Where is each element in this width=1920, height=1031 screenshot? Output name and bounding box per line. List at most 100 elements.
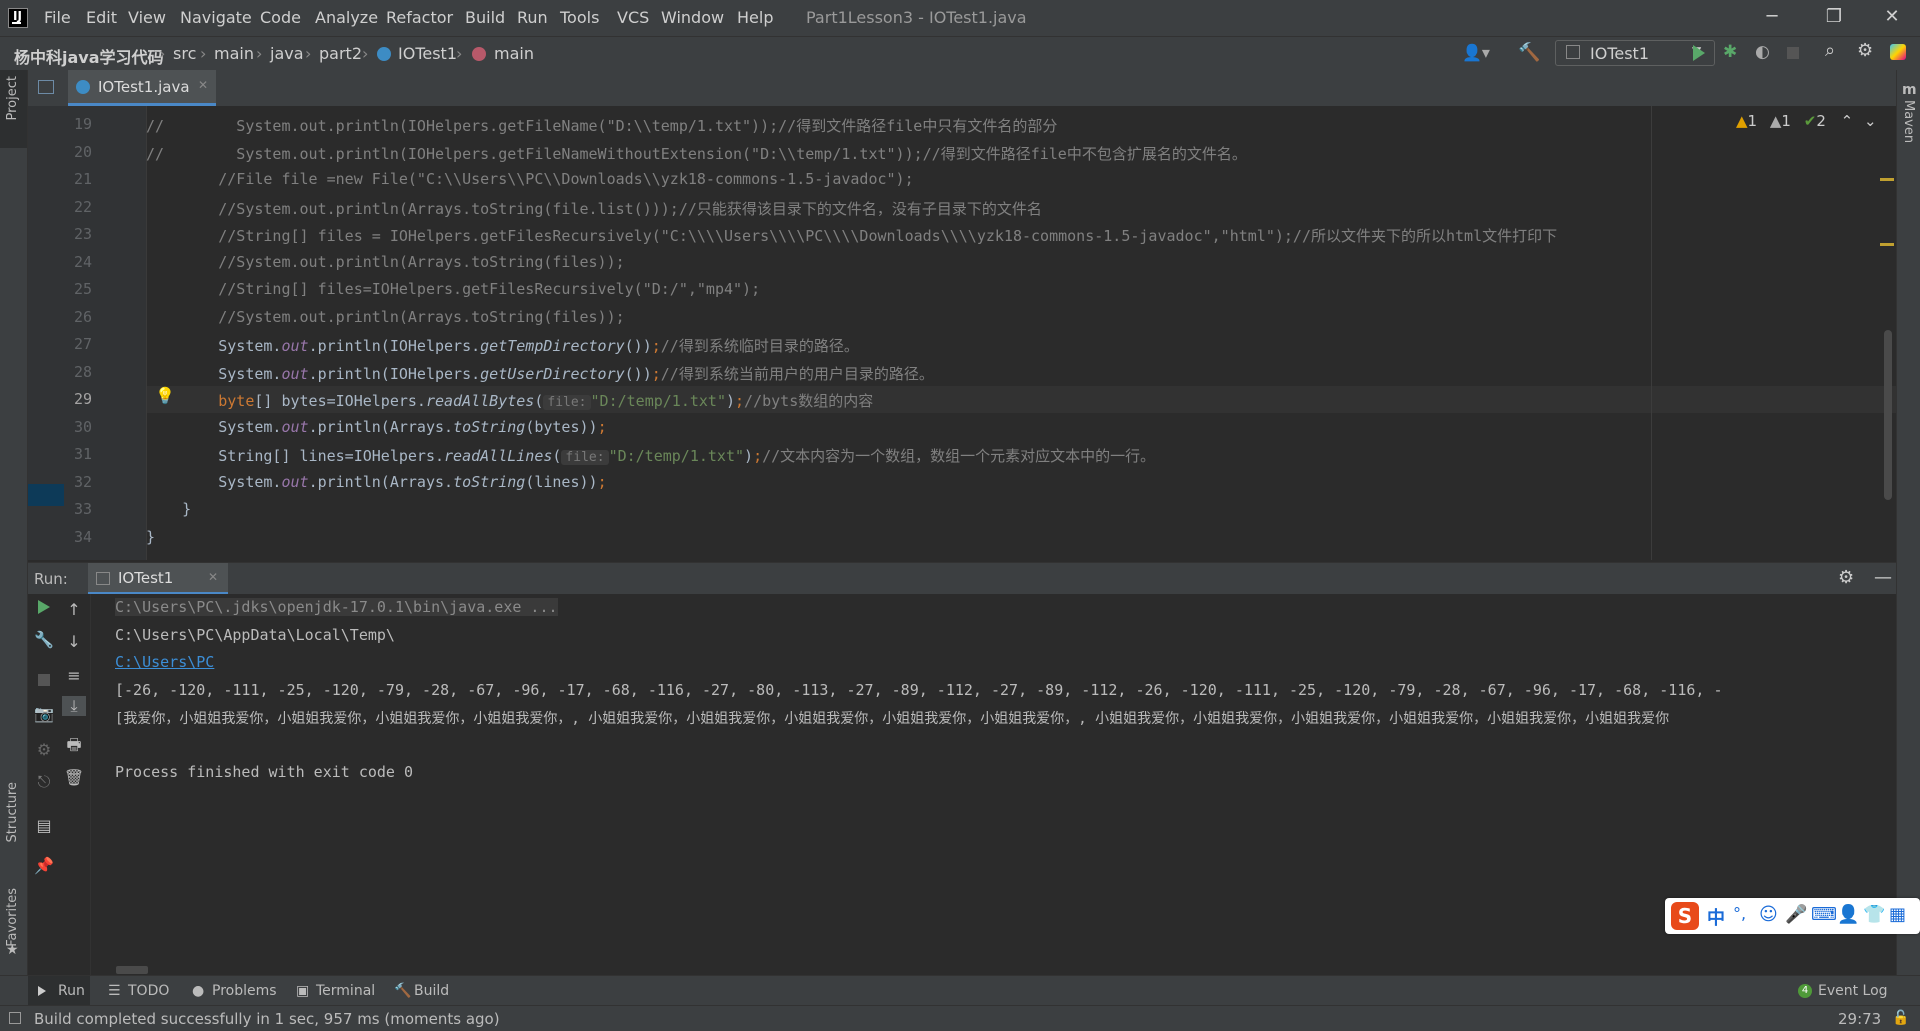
code-line[interactable]: System.out.println(Arrays.toString(bytes… <box>146 418 606 436</box>
stop-icon[interactable] <box>1787 47 1799 59</box>
bottom-tab-terminal[interactable]: Terminal <box>316 983 375 999</box>
inspection-widget[interactable]: ▲1 ▲1 ✔2 ⌃ ⌄ <box>1736 112 1877 130</box>
breadcrumb-main[interactable]: main <box>214 44 254 63</box>
ime-punctuation[interactable]: °, <box>1733 904 1746 923</box>
skin-icon[interactable]: 👕 <box>1863 904 1885 925</box>
camera-icon[interactable]: 📷 <box>32 704 56 723</box>
menu-view[interactable]: View <box>128 8 166 27</box>
run-tab-close-icon[interactable]: ✕ <box>208 570 218 584</box>
code-line[interactable]: //String[] files=IOHelpers.getFilesRecur… <box>146 280 760 298</box>
chevron-up-icon[interactable]: ⌃ <box>1841 112 1854 130</box>
split-icon[interactable] <box>38 80 54 94</box>
menu-help[interactable]: Help <box>737 8 773 27</box>
code-line[interactable]: //System.out.println(Arrays.toString(fil… <box>146 198 1042 219</box>
sogou-logo-icon[interactable]: S <box>1671 902 1699 930</box>
trash-icon[interactable]: 🗑 <box>62 768 86 787</box>
menu-navigate[interactable]: Navigate <box>180 8 252 27</box>
keyboard-icon[interactable]: ⌨ <box>1811 904 1837 925</box>
breadcrumb-java[interactable]: java <box>270 44 304 63</box>
settings-gear-icon[interactable]: ⚙ <box>1857 40 1873 61</box>
code-line[interactable]: } <box>146 500 191 518</box>
microphone-icon[interactable]: 🎤 <box>1785 904 1807 925</box>
lock-icon[interactable]: 🔓 <box>1892 1010 1909 1026</box>
close-icon[interactable]: ✕ <box>1872 6 1912 27</box>
error-stripe-mark[interactable] <box>1880 178 1894 181</box>
breadcrumb-project[interactable]: 杨中科java学习代码 <box>14 44 164 68</box>
code-line[interactable]: //String[] files = IOHelpers.getFilesRec… <box>146 225 1557 246</box>
ime-toolbar[interactable]: S 中 °, ☺ 🎤 ⌨ 👤 👕 ▦ <box>1665 898 1920 934</box>
ime-mode[interactable]: 中 <box>1707 904 1725 930</box>
code-line[interactable]: // System.out.println(IOHelpers.getFileN… <box>146 115 1057 136</box>
menu-refactor[interactable]: Refactor <box>386 8 453 27</box>
restore-icon[interactable]: ❐ <box>1814 6 1854 27</box>
error-stripe-mark[interactable] <box>1880 243 1894 246</box>
arrow-down-icon[interactable]: ↓ <box>62 632 86 651</box>
print-icon[interactable]: 🖶 <box>62 734 86 761</box>
breadcrumb-src[interactable]: src <box>173 44 196 63</box>
run-icon[interactable] <box>1693 45 1705 61</box>
menu-run[interactable]: Run <box>517 8 548 27</box>
maven-tool-label[interactable]: Maven <box>1901 100 1916 143</box>
bottom-tab-todo[interactable]: TODO <box>128 983 169 999</box>
menu-analyze[interactable]: Analyze <box>315 8 378 27</box>
gear-off-icon[interactable]: ⚙ <box>32 740 56 759</box>
tab-close-icon[interactable]: ✕ <box>198 78 208 92</box>
menu-edit[interactable]: Edit <box>86 8 117 27</box>
console-h-scrollbar[interactable] <box>116 966 148 974</box>
bottom-tab-build[interactable]: Build <box>414 983 449 999</box>
wrench-icon[interactable]: 🔧 <box>32 630 56 649</box>
status-toggle-icon[interactable] <box>9 1012 21 1024</box>
user-icon[interactable]: 👤▾ <box>1462 43 1490 62</box>
code-line[interactable]: } <box>146 528 155 546</box>
code-line[interactable]: byte[] bytes=IOHelpers.readAllBytes(file… <box>146 390 873 411</box>
favorites-tool-label[interactable]: Favorites <box>5 888 20 947</box>
soft-wrap-icon[interactable]: ≡ <box>62 666 86 685</box>
code-line[interactable]: //System.out.println(Arrays.toString(fil… <box>146 253 624 271</box>
search-icon[interactable]: ⌕ <box>1825 40 1835 61</box>
intellij-logo-icon[interactable]: IJ <box>8 8 28 28</box>
menu-code[interactable]: Code <box>260 8 301 27</box>
pin-icon[interactable]: 📌 <box>32 856 56 875</box>
emoji-icon[interactable]: ☺ <box>1759 904 1778 925</box>
menu-build[interactable]: Build <box>465 8 505 27</box>
event-log-button[interactable]: Event Log <box>1818 983 1888 999</box>
bottom-tab-run[interactable]: Run <box>28 976 90 1006</box>
minimize-icon[interactable]: ─ <box>1752 6 1792 27</box>
structure-tool-label[interactable]: Structure <box>5 782 20 842</box>
arrow-up-icon[interactable]: ↑ <box>62 600 86 619</box>
code-line[interactable]: //File file =new File("C:\\Users\\PC\\Do… <box>146 170 913 188</box>
menu-tools[interactable]: Tools <box>560 8 599 27</box>
breadcrumb-part2[interactable]: part2 <box>319 44 362 63</box>
coverage-icon[interactable]: ◐ <box>1755 42 1770 62</box>
code-line[interactable]: // System.out.println(IOHelpers.getFileN… <box>146 143 1247 164</box>
tab-iotest1[interactable]: IOTest1.java ✕ <box>68 70 216 106</box>
scroll-to-end-icon[interactable]: ⤓ <box>62 696 86 716</box>
menu-window[interactable]: Window <box>661 8 724 27</box>
build-hammer-icon[interactable]: 🔨 <box>1518 42 1540 63</box>
hide-panel-icon[interactable]: — <box>1874 567 1892 588</box>
rerun-icon[interactable] <box>38 600 50 614</box>
project-tool-button[interactable]: Project <box>0 70 27 148</box>
breadcrumb-class[interactable]: IOTest1 <box>398 44 457 63</box>
breadcrumb-method[interactable]: main <box>494 44 534 63</box>
caret-position[interactable]: 29:73 <box>1838 1010 1881 1028</box>
layout-icon[interactable]: ▤ <box>32 816 56 835</box>
chevron-down-icon[interactable]: ⌄ <box>1864 112 1877 130</box>
code-line[interactable]: System.out.println(IOHelpers.getUserDire… <box>146 363 934 384</box>
bottom-tab-problems[interactable]: Problems <box>212 983 277 999</box>
user-icon[interactable]: 👤 <box>1837 904 1859 925</box>
menu-vcs[interactable]: VCS <box>617 8 649 27</box>
settings-gear-icon[interactable]: ⚙ <box>1838 567 1854 588</box>
code-line[interactable]: System.out.println(Arrays.toString(lines… <box>146 473 606 491</box>
menu-file[interactable]: File <box>44 8 71 27</box>
code-line[interactable]: String[] lines=IOHelpers.readAllLines(fi… <box>146 445 1155 466</box>
grid-icon[interactable]: ▦ <box>1889 904 1906 925</box>
code-line[interactable]: //System.out.println(Arrays.toString(fil… <box>146 308 624 326</box>
console-link[interactable]: C:\Users\PC <box>115 653 214 671</box>
exit-icon[interactable]: ⎋ <box>32 772 56 792</box>
code-line[interactable]: System.out.println(IOHelpers.getTempDire… <box>146 335 859 356</box>
run-tab-iotest1[interactable]: IOTest1 ✕ <box>88 563 228 595</box>
toolbox-icon[interactable] <box>1890 44 1906 60</box>
run-config-select[interactable]: IOTest1 ▼ <box>1555 40 1715 66</box>
editor-scrollbar[interactable] <box>1884 330 1892 500</box>
